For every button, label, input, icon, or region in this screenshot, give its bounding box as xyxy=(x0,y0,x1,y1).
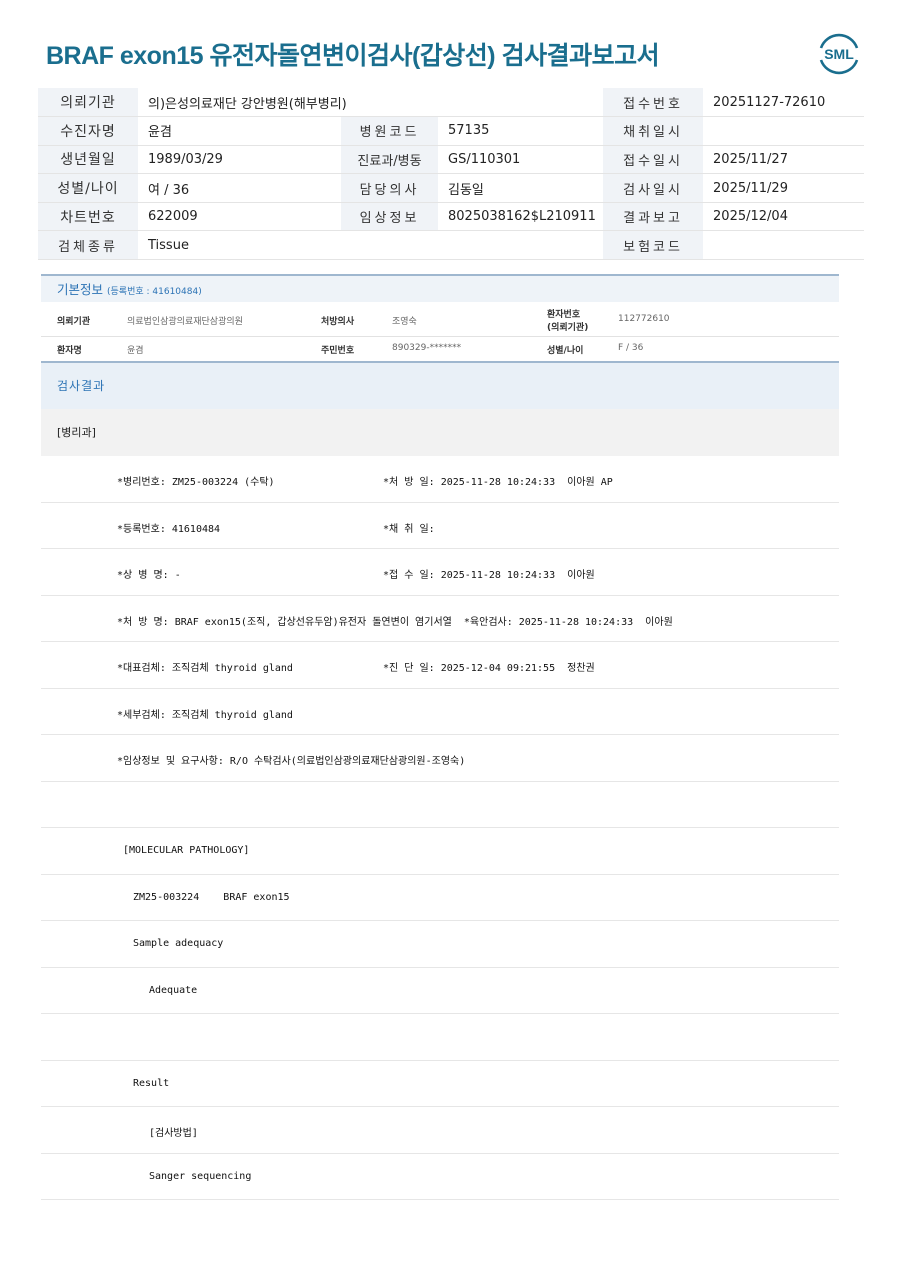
report-title: BRAF exon15 유전자돌연변이검사(갑상선) 검사결과보고서 xyxy=(46,42,660,70)
result-line: *임상정보 및 요구사항: R/O 수탁검사(의료법인삼광의료재단삼광의원-조영… xyxy=(41,735,839,782)
label-specimen-type: 검체종류 xyxy=(38,230,138,261)
basic-info-row: 의뢰기관 의료법인삼광의료재단삼광의원 처방의사 조영숙 환자번호 (의뢰기관)… xyxy=(41,303,839,337)
label-chart-number: 차트번호 xyxy=(38,202,138,232)
result-line: *병리번호: ZM25-003224 (수탁) *처 방 일: 2025-11-… xyxy=(41,456,839,503)
result-line: [MOLECULAR PATHOLOGY] xyxy=(41,828,839,875)
result-line xyxy=(41,782,839,828)
value-doctor: 김동일 xyxy=(438,173,604,203)
basic-label-patient-number: 환자번호 xyxy=(547,310,581,320)
label-doctor: 담당의사 xyxy=(341,173,438,203)
basic-value-patient-number: 112772610 xyxy=(618,314,670,324)
result-line: *등록번호: 41610484 *채 취 일: xyxy=(41,503,839,549)
result-line-right: *처 방 일: 2025-11-28 10:24:33 이아원 AP xyxy=(383,477,613,488)
info-row: 수진자명 윤겸 병원코드 57135 채취일시 xyxy=(38,116,865,146)
result-line-left: Sanger sequencing xyxy=(149,1170,252,1182)
basic-value-resident-number: 890329-******* xyxy=(392,343,462,353)
label-result-report: 결과보고 xyxy=(603,202,704,232)
basic-label-patient-name: 환자명 xyxy=(57,346,82,356)
info-row: 검체종류 Tissue 보험코드 xyxy=(38,230,865,261)
basic-label-sex-age: 성별/나이 xyxy=(547,346,584,356)
logo-text: SML xyxy=(824,46,854,62)
result-line-left: *병리번호: ZM25-003224 (수탁) xyxy=(117,477,275,488)
value-collection-date xyxy=(703,116,865,146)
info-row: 차트번호 622009 임상정보 8025038162$L210911 결과보고… xyxy=(38,202,865,232)
result-line-left: *임상정보 및 요구사항: R/O 수탁검사(의료법인삼광의료재단삼광의원-조영… xyxy=(117,756,466,767)
label-hospital-code: 병원코드 xyxy=(341,116,438,146)
result-line: *세부검체: 조직검체 thyroid gland xyxy=(41,689,839,735)
value-receipt-date: 2025/11/27 xyxy=(703,145,865,175)
info-row: 성별/나이 여 / 36 담당의사 김동일 검사일시 2025/11/29 xyxy=(38,173,865,203)
basic-label-patient-number-sub: (의뢰기관) xyxy=(547,323,589,333)
label-collection-date: 채취일시 xyxy=(603,116,704,146)
result-line-left: *상 병 명: - xyxy=(117,570,181,581)
value-insurance-code xyxy=(703,230,865,261)
value-department: GS/110301 xyxy=(438,145,604,175)
label-receipt-date: 접수일시 xyxy=(603,145,704,175)
value-clinical-info: 8025038162$L210911 xyxy=(438,202,604,232)
label-sex-age: 성별/나이 xyxy=(38,173,138,203)
value-requesting-institution: 의)은성의료재단 강안병원(해부병리) xyxy=(138,88,604,118)
result-line-left: [MOLECULAR PATHOLOGY] xyxy=(123,845,250,856)
result-line-left: *대표검체: 조직검체 thyroid gland xyxy=(117,663,293,674)
result-line xyxy=(41,1014,839,1061)
label-insurance-code: 보험코드 xyxy=(603,230,704,261)
value-sex-age: 여 / 36 xyxy=(138,173,341,203)
result-line-left: *세부검체: 조직검체 thyroid gland xyxy=(117,709,293,721)
result-line: [검사방법] xyxy=(41,1107,839,1154)
result-line-left: [검사방법] xyxy=(149,1128,198,1139)
value-specimen-type: Tissue xyxy=(138,230,604,261)
result-line: Sanger sequencing xyxy=(41,1154,839,1200)
result-line: *대표검체: 조직검체 thyroid gland *진 단 일: 2025-1… xyxy=(41,642,839,689)
label-birth-date: 생년월일 xyxy=(38,145,138,175)
label-clinical-info: 임상정보 xyxy=(341,202,438,232)
label-receipt-number: 접수번호 xyxy=(603,88,704,118)
result-line: *상 병 명: - *접 수 일: 2025-11-28 10:24:33 이아… xyxy=(41,549,839,596)
patient-info-table: 의뢰기관 의)은성의료재단 강안병원(해부병리) 접수번호 20251127-7… xyxy=(38,88,865,261)
registration-number: (등록번호 : 41610484) xyxy=(107,287,202,297)
basic-label-prescriber: 처방의사 xyxy=(321,317,355,327)
basic-info-header: 기본정보 (등록번호 : 41610484) xyxy=(41,274,839,302)
result-line-right: *채 취 일: xyxy=(383,523,435,535)
basic-value-patient-name: 윤겸 xyxy=(127,346,144,356)
label-patient-name: 수진자명 xyxy=(38,116,138,146)
basic-label-institution: 의뢰기관 xyxy=(57,317,91,327)
result-line: ZM25-003224 BRAF exon15 xyxy=(41,875,839,921)
basic-info-title: 기본정보 xyxy=(57,282,104,297)
result-line-right: *진 단 일: 2025-12-04 09:21:55 정찬권 xyxy=(383,663,595,674)
result-line-left: Sample adequacy xyxy=(133,938,224,949)
value-test-date: 2025/11/29 xyxy=(703,173,865,203)
result-line-right: *접 수 일: 2025-11-28 10:24:33 이아원 xyxy=(383,570,595,581)
department-header: [병리과] xyxy=(41,409,839,456)
basic-label-resident-number: 주민번호 xyxy=(321,346,355,356)
label-department: 진료과/병동 xyxy=(341,145,438,175)
value-birth-date: 1989/03/29 xyxy=(138,145,341,175)
info-row: 생년월일 1989/03/29 진료과/병동 GS/110301 접수일시 20… xyxy=(38,145,865,175)
result-line-left: Result xyxy=(133,1077,170,1089)
result-line-left: *처 방 명: BRAF exon15(조직, 갑상선유두암)유전자 돌연변이 … xyxy=(117,616,673,628)
result-line-left: *등록번호: 41610484 xyxy=(117,523,221,535)
basic-info-row: 환자명 윤겸 주민번호 890329-******* 성별/나이 F / 36 xyxy=(41,338,839,360)
result-line: Sample adequacy xyxy=(41,921,839,968)
result-line: *처 방 명: BRAF exon15(조직, 갑상선유두암)유전자 돌연변이 … xyxy=(41,596,839,642)
basic-value-institution: 의료법인삼광의료재단삼광의원 xyxy=(127,317,243,327)
value-hospital-code: 57135 xyxy=(438,116,604,146)
result-line: Result xyxy=(41,1061,839,1107)
label-requesting-institution: 의뢰기관 xyxy=(38,88,138,118)
basic-value-prescriber: 조영숙 xyxy=(392,317,417,327)
result-section-header: 검사결과 xyxy=(41,361,839,409)
sml-logo: SML xyxy=(816,30,862,76)
basic-value-sex-age: F / 36 xyxy=(618,343,644,353)
value-patient-name: 윤겸 xyxy=(138,116,341,146)
info-row: 의뢰기관 의)은성의료재단 강안병원(해부병리) 접수번호 20251127-7… xyxy=(38,88,865,118)
result-line: Adequate xyxy=(41,968,839,1014)
label-test-date: 검사일시 xyxy=(603,173,704,203)
value-chart-number: 622009 xyxy=(138,202,341,232)
result-line-left: Adequate xyxy=(149,984,198,996)
value-receipt-number: 20251127-72610 xyxy=(703,88,865,118)
result-line-left: ZM25-003224 BRAF exon15 xyxy=(133,891,290,903)
value-result-report: 2025/12/04 xyxy=(703,202,865,232)
